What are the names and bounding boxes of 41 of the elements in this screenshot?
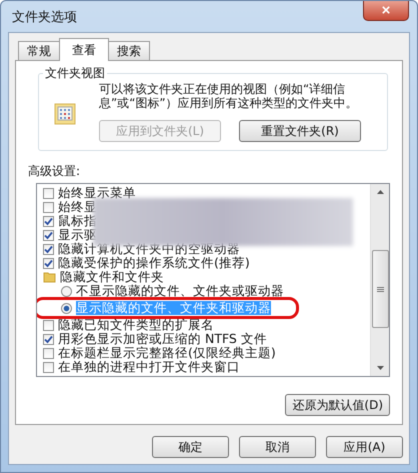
scroll-down-icon[interactable] <box>376 366 384 370</box>
setting-label: 显示驱 <box>58 228 97 242</box>
setting-label: 在单独的进程中打开文件夹窗口 <box>58 360 240 374</box>
setting-label: 隐藏计算机文件夹中的空驱动器 <box>58 242 240 256</box>
scrollbar[interactable] <box>370 184 389 376</box>
checkbox[interactable] <box>43 258 54 268</box>
radio-button[interactable] <box>61 286 72 296</box>
group-title: 文件夹视图 <box>43 65 107 82</box>
setting-label: 始终显示菜单 <box>58 186 136 200</box>
dialog-button[interactable]: 应用(A) <box>326 436 403 458</box>
checkbox[interactable] <box>43 244 54 254</box>
setting-label: 隐藏受保护的操作系统文件(推荐) <box>58 256 250 270</box>
scroll-up-icon[interactable] <box>376 190 384 194</box>
checkbox[interactable] <box>43 320 54 330</box>
checkbox[interactable] <box>43 334 54 344</box>
dialog-button[interactable]: 取消 <box>239 436 316 458</box>
setting-label: 不显示隐藏的文件、文件夹或驱动器 <box>76 284 284 298</box>
dialog-button[interactable]: 确定 <box>152 436 229 458</box>
setting-label: 始终显 <box>58 200 97 214</box>
checkbox[interactable] <box>43 348 54 358</box>
setting-label: 隐藏文件和文件夹 <box>60 270 164 284</box>
checkbox[interactable] <box>43 188 54 198</box>
folder-button[interactable]: 重置文件夹(R) <box>239 120 361 142</box>
restore-defaults-button[interactable]: 还原为默认值(D) <box>285 394 390 416</box>
setting-label: 在标题栏显示完整路径(仅限经典主题) <box>58 346 276 360</box>
radio-button[interactable] <box>61 302 72 314</box>
tab[interactable]: 查看 <box>59 38 109 61</box>
checkbox[interactable] <box>43 230 54 240</box>
setting-label: 鼠标指 <box>58 214 97 228</box>
tab[interactable]: 常规 <box>18 41 60 60</box>
setting-label: 显示隐藏的文件、文件夹和驱动器 <box>76 301 271 315</box>
section-label: 高级设置: <box>28 163 82 180</box>
tab[interactable]: 搜索 <box>108 41 150 60</box>
folder-icon <box>43 271 56 283</box>
checkbox[interactable] <box>43 202 54 212</box>
window-title: 文件夹选项 <box>12 8 77 26</box>
setting-label: 用彩色显示加密或压缩的 NTFS 文件 <box>58 332 267 346</box>
checkbox[interactable] <box>43 216 54 226</box>
setting-label: 隐藏已知文件类型的扩展名 <box>58 318 214 332</box>
checkbox[interactable] <box>43 362 54 372</box>
description-text: 可以将该文件夹正在使用的视图（例如“详细信息”或“图标”）应用到所有这种类型的文件夹中。 <box>99 82 359 110</box>
